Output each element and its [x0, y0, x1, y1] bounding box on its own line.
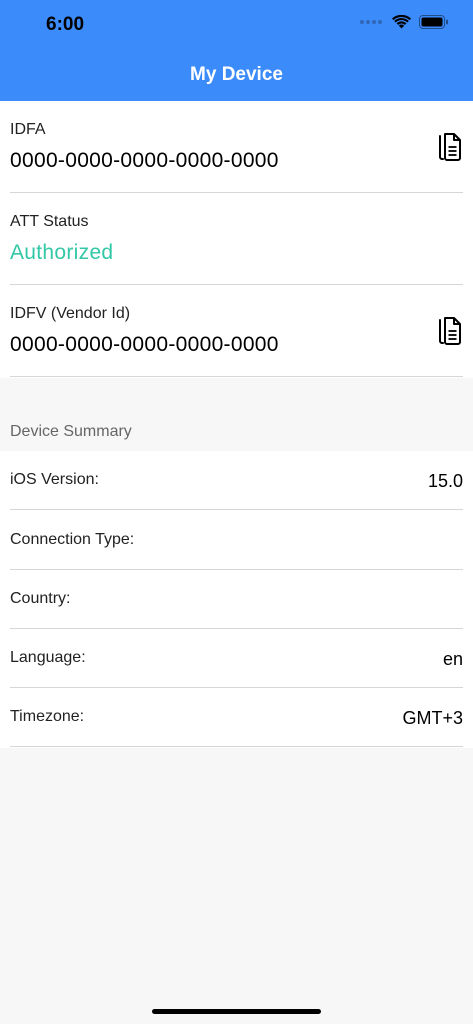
language-row: Language: en: [10, 629, 463, 688]
language-value: en: [442, 649, 463, 669]
cellular-signal-icon: [360, 20, 382, 24]
identifiers-section: IDFA 0000-0000-0000-0000-0000 ATT Status…: [0, 101, 473, 378]
ios-version-label: iOS Version:: [10, 471, 99, 488]
home-indicator[interactable]: [152, 1009, 321, 1014]
idfa-copy-button[interactable]: [435, 131, 463, 163]
nav-title: My Device: [190, 64, 283, 85]
country-row: Country:: [10, 570, 463, 629]
idfa-value: 0000-0000-0000-0000-0000: [10, 149, 279, 172]
copy-icon: [439, 317, 461, 345]
idfv-label: IDFV (Vendor Id): [10, 305, 131, 322]
timezone-row: Timezone: GMT+3: [10, 688, 463, 747]
att-status-label: ATT Status: [10, 213, 89, 230]
ios-version-row: iOS Version: 15.0: [10, 451, 463, 510]
ios-version-value: 15.0: [427, 471, 463, 491]
idfv-value: 0000-0000-0000-0000-0000: [10, 333, 279, 356]
battery-icon: [419, 15, 448, 29]
status-time: 6:00: [46, 14, 85, 35]
att-status-value: Authorized: [10, 241, 114, 264]
timezone-value: GMT+3: [402, 708, 463, 728]
timezone-label: Timezone:: [10, 708, 85, 725]
idfv-copy-button[interactable]: [435, 315, 463, 347]
device-summary-header: Device Summary: [10, 423, 132, 440]
connection-type-label: Connection Type:: [10, 531, 135, 548]
wifi-icon: [392, 15, 411, 29]
language-label: Language:: [10, 649, 86, 666]
header-bar: 6:00 My Device: [0, 0, 473, 101]
copy-icon: [439, 133, 461, 161]
device-summary-list: iOS Version: 15.0 Connection Type: Count…: [0, 451, 473, 748]
idfv-row: IDFV (Vendor Id) 0000-0000-0000-0000-000…: [10, 285, 463, 377]
connection-type-row: Connection Type:: [10, 511, 463, 570]
att-status-row: ATT Status Authorized: [10, 193, 463, 285]
country-label: Country:: [10, 590, 71, 607]
idfa-label: IDFA: [10, 121, 46, 138]
idfa-row: IDFA 0000-0000-0000-0000-0000: [10, 101, 463, 193]
status-icons: [360, 15, 449, 29]
